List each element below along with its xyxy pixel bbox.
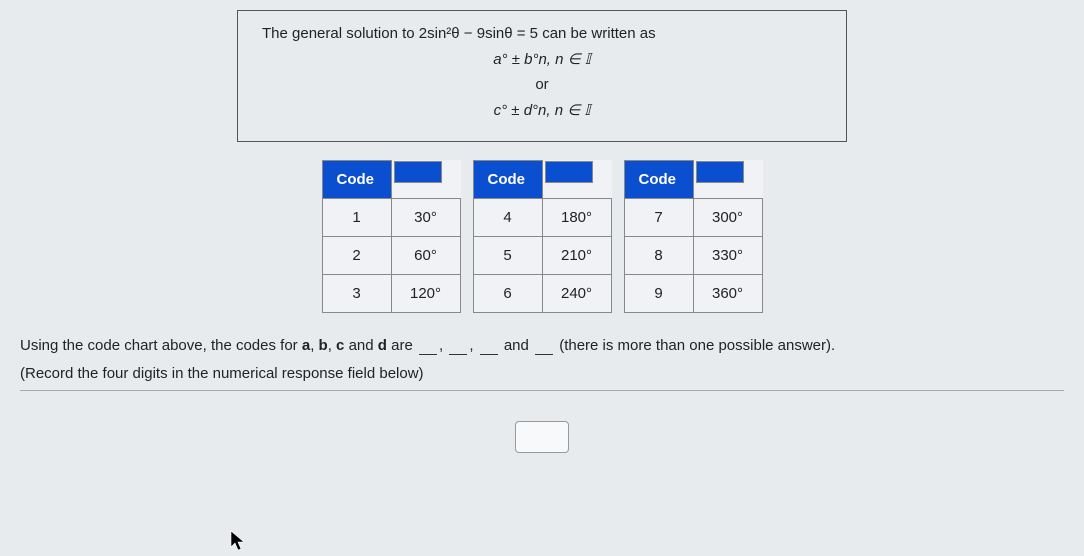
value-cell: 210° (542, 237, 611, 275)
table-row: 4 180° (473, 199, 611, 237)
are-word: are (391, 337, 417, 354)
paren-note: (there is more than one possible answer)… (559, 337, 835, 354)
table-row: 2 60° (322, 237, 460, 275)
code-cell: 9 (624, 275, 693, 313)
value-cell: 300° (693, 199, 762, 237)
code-table-2: Code 4 180° 5 210° 6 240° (473, 160, 612, 313)
blank-d (535, 337, 553, 355)
code-cell: 1 (322, 199, 391, 237)
formula-one: a° ± b°n, n ∈ 𝕀 (262, 50, 822, 68)
code-cell: 6 (473, 275, 542, 313)
table-row: 3 120° (322, 275, 460, 313)
intro-before: The general solution to (262, 25, 419, 42)
code-table-3: Code 7 300° 8 330° 9 360° (624, 160, 763, 313)
bold-b: b (319, 337, 328, 354)
code-header: Code (473, 161, 542, 199)
code-cell: 5 (473, 237, 542, 275)
and-word: and (349, 337, 378, 354)
table-row: 8 330° (624, 237, 762, 275)
formula-two: c° ± d°n, n ∈ 𝕀 (262, 101, 822, 119)
divider (20, 390, 1064, 391)
code-header-blank (545, 161, 593, 183)
table-row: 9 360° (624, 275, 762, 313)
instruction-line-2: (Record the four digits in the numerical… (20, 365, 1064, 382)
numerical-response-input[interactable] (515, 421, 569, 453)
table-row: 7 300° (624, 199, 762, 237)
code-header: Code (624, 161, 693, 199)
instr-before: Using the code chart above, the codes fo… (20, 337, 302, 354)
table-row: 1 30° (322, 199, 460, 237)
value-cell: 330° (693, 237, 762, 275)
response-area (20, 421, 1064, 453)
bold-c: c (336, 337, 344, 354)
cursor-icon (230, 530, 248, 552)
code-cell: 8 (624, 237, 693, 275)
sep: , (328, 337, 336, 354)
code-cell: 7 (624, 199, 693, 237)
question-intro: The general solution to 2sin²θ − 9sinθ =… (262, 25, 822, 42)
value-cell: 120° (391, 275, 460, 313)
code-table-1: Code 1 30° 2 60° 3 120° (322, 160, 461, 313)
code-header-blank (696, 161, 744, 183)
blank-a (419, 337, 437, 355)
sep: , (310, 337, 318, 354)
value-cell: 240° (542, 275, 611, 313)
blank-b (449, 337, 467, 355)
and-between: and (504, 337, 533, 354)
value-cell: 180° (542, 199, 611, 237)
code-cell: 3 (322, 275, 391, 313)
code-cell: 4 (473, 199, 542, 237)
bold-a: a (302, 337, 310, 354)
or-text: or (262, 76, 822, 93)
code-header: Code (322, 161, 391, 199)
question-box: The general solution to 2sin²θ − 9sinθ =… (237, 10, 847, 142)
blank-c (480, 337, 498, 355)
table-row: 6 240° (473, 275, 611, 313)
value-cell: 60° (391, 237, 460, 275)
code-cell: 2 (322, 237, 391, 275)
table-row: 5 210° (473, 237, 611, 275)
value-cell: 360° (693, 275, 762, 313)
value-cell: 30° (391, 199, 460, 237)
intro-after: can be written as (542, 25, 655, 42)
codes-container: Code 1 30° 2 60° 3 120° Code 4 180° 5 21… (20, 160, 1064, 313)
equation-text: 2sin²θ − 9sinθ = 5 (419, 25, 538, 42)
instruction-line-1: Using the code chart above, the codes fo… (20, 337, 1064, 355)
code-header-blank (394, 161, 442, 183)
bold-d: d (378, 337, 387, 354)
